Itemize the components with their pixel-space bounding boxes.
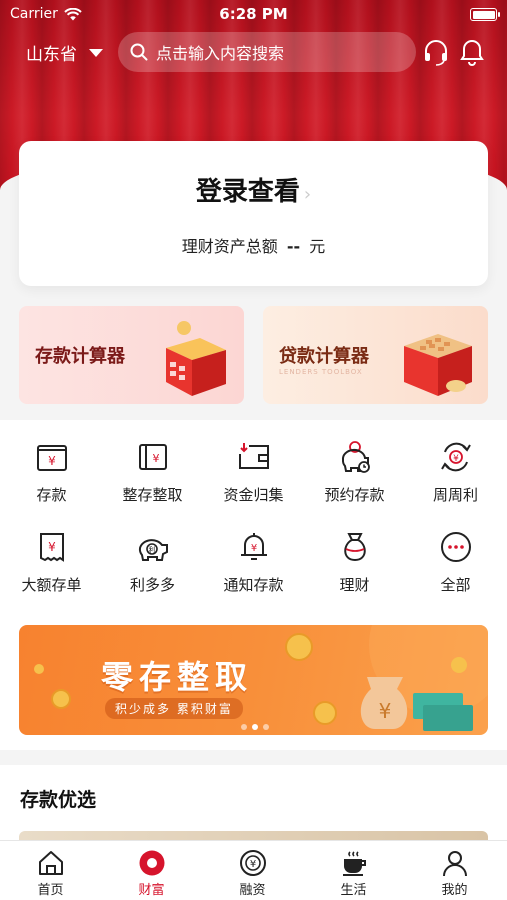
piggy-clock-icon <box>341 441 370 473</box>
coffee-icon <box>342 851 366 876</box>
headset-icon[interactable] <box>422 38 450 66</box>
banner-decoration: ¥ <box>34 625 488 731</box>
caret-down-icon <box>89 48 103 57</box>
service-label: 资金归集 <box>223 486 284 504</box>
deposit-calculator-card[interactable]: 存款计算器 <box>19 306 244 404</box>
services-panel: ¥ 存款 ¥ 整存整取 资金归集 预约存款 ¥ 周周利 ¥ 大额存单 利 利多多… <box>0 420 507 610</box>
svg-text:¥: ¥ <box>48 540 56 554</box>
user-icon <box>442 851 467 877</box>
banner-subtitle: 积少成多 累积财富 <box>105 698 243 719</box>
asset-unit: 元 <box>309 237 326 256</box>
finance-icon: ¥ <box>239 850 266 876</box>
asset-label: 理财资产总额 <box>181 237 278 256</box>
deposit-picks-section: 存款优选 <box>0 765 507 845</box>
home-icon <box>38 851 63 875</box>
banner-pagination <box>241 724 269 730</box>
chevron-right-icon: › <box>303 184 312 205</box>
loan-box-illustration <box>404 334 472 396</box>
service-label: 整存整取 <box>122 486 183 504</box>
service-label: 周周利 <box>432 486 478 504</box>
service-liduoduo[interactable]: 利 利多多 <box>102 530 203 595</box>
tab-label: 我的 <box>441 883 468 898</box>
money-bag-icon <box>343 533 366 562</box>
bottom-tab-bar: 首页 财富 ¥ 融资 生活 我的 <box>0 840 507 900</box>
svg-text:¥: ¥ <box>152 452 159 465</box>
service-fixed-deposit[interactable]: ¥ 整存整取 <box>102 440 203 505</box>
loan-calculator-subtitle: LENDERS TOOLBOX <box>279 368 363 376</box>
search-icon <box>130 43 148 61</box>
yen-book-icon: ¥ <box>138 444 167 470</box>
search-placeholder: 点击输入内容搜索 <box>156 44 285 63</box>
asset-summary: 理财资产总额 -- 元 <box>19 233 488 257</box>
service-label: 预约存款 <box>324 486 385 504</box>
loan-calculator-label: 贷款计算器 <box>279 346 369 367</box>
service-notice-deposit[interactable]: ¥ 通知存款 <box>203 530 304 595</box>
svg-text:¥: ¥ <box>48 454 56 468</box>
deposit-box-illustration <box>166 321 226 396</box>
tab-label: 生活 <box>340 883 367 898</box>
promo-banner[interactable]: ¥ 零存整取 积少成多 累积财富 <box>19 625 488 735</box>
wealth-icon <box>139 850 164 876</box>
tab-label: 财富 <box>138 883 165 898</box>
tab-label: 融资 <box>239 883 266 898</box>
asset-value: -- <box>286 237 301 256</box>
tab-finance[interactable]: ¥ 融资 <box>202 849 303 898</box>
status-bar: Carrier 6:28 PM <box>0 0 507 28</box>
login-title: 登录查看 <box>195 177 300 207</box>
service-large-cd[interactable]: ¥ 大额存单 <box>1 530 102 595</box>
service-all[interactable]: 全部 <box>405 530 506 595</box>
svg-text:¥: ¥ <box>249 859 255 870</box>
status-time: 6:28 PM <box>219 5 288 23</box>
tab-home[interactable]: 首页 <box>0 849 101 898</box>
svg-text:利: 利 <box>148 545 155 554</box>
svg-text:¥: ¥ <box>250 543 256 554</box>
deposit-calculator-label: 存款计算器 <box>35 346 125 367</box>
loan-calculator-card[interactable]: 贷款计算器 LENDERS TOOLBOX <box>263 306 488 404</box>
service-label: 利多多 <box>129 576 175 594</box>
service-label: 理财 <box>339 576 370 594</box>
service-wealth-management[interactable]: 理财 <box>304 530 405 595</box>
wallet-in-icon <box>238 443 269 469</box>
service-label: 大额存单 <box>21 576 82 594</box>
service-weekly-interest[interactable]: ¥ 周周利 <box>405 440 506 505</box>
battery-icon <box>470 8 500 21</box>
banner-section: ¥ 零存整取 积少成多 累积财富 <box>0 610 507 750</box>
yen-cycle-icon: ¥ <box>440 442 471 472</box>
tab-life[interactable]: 生活 <box>303 849 404 898</box>
service-label: 通知存款 <box>223 576 284 594</box>
pagination-dot-active[interactable] <box>252 724 258 730</box>
tab-label: 首页 <box>37 883 64 898</box>
yen-ticket-icon: ¥ <box>39 533 64 562</box>
search-bar[interactable]: 点击输入内容搜索 <box>118 32 416 72</box>
piggy-bank-icon: 利 <box>138 539 168 561</box>
service-label: 存款 <box>36 486 67 504</box>
pagination-dot[interactable] <box>241 724 247 730</box>
login-card[interactable]: 登录查看 › 理财资产总额 -- 元 <box>19 141 488 286</box>
section-title: 存款优选 <box>20 789 97 811</box>
province-selector[interactable]: 山东省 <box>26 40 103 65</box>
service-reserved-deposit[interactable]: 预约存款 <box>304 440 405 505</box>
svg-text:¥: ¥ <box>453 454 459 464</box>
banner-title: 零存整取 <box>101 658 254 696</box>
more-dots-icon <box>440 532 471 562</box>
yen-card-icon: ¥ <box>36 445 67 471</box>
bell-yen-icon: ¥ <box>240 533 267 560</box>
pagination-dot[interactable] <box>263 724 269 730</box>
service-label: 全部 <box>440 576 471 594</box>
bell-icon[interactable] <box>458 38 486 66</box>
login-title-row[interactable]: 登录查看 › <box>19 171 488 208</box>
service-deposit[interactable]: ¥ 存款 <box>1 440 102 505</box>
tab-mine[interactable]: 我的 <box>404 849 505 898</box>
svg-text:¥: ¥ <box>379 699 392 723</box>
tab-wealth[interactable]: 财富 <box>101 849 202 898</box>
province-label: 山东省 <box>26 45 77 65</box>
service-fund-collection[interactable]: 资金归集 <box>203 440 304 505</box>
